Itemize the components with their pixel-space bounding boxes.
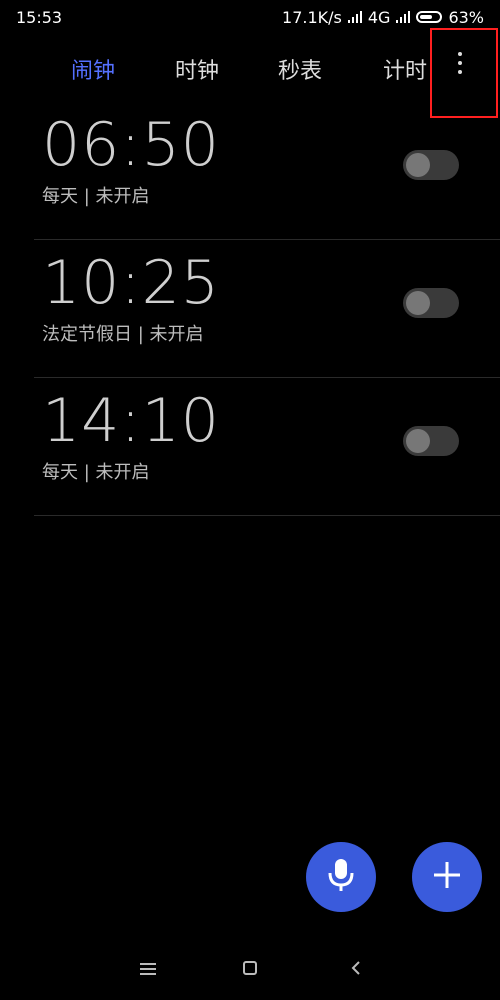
toggle-knob [406, 291, 430, 315]
tab-alarm[interactable]: 闹钟 [71, 53, 115, 85]
tab-clock[interactable]: 时钟 [175, 53, 219, 85]
battery-fill [420, 15, 432, 19]
alarm-toggle[interactable] [403, 426, 459, 456]
alarm-time: 14:10 [42, 386, 220, 456]
navigation-bar [0, 945, 500, 995]
tab-bar: 闹钟 时钟 秒表 计时 [0, 44, 500, 94]
microphone-icon [326, 857, 356, 897]
alarm-repeat: 每天 | 未开启 [42, 462, 150, 483]
alarm-item[interactable]: 10:25 法定节假日 | 未开启 [34, 240, 500, 378]
menu-icon[interactable] [140, 957, 156, 981]
net-speed: 17.1K/s [282, 7, 342, 27]
add-alarm-button[interactable] [412, 842, 482, 912]
tab-stopwatch[interactable]: 秒表 [278, 53, 322, 85]
alarm-repeat: 每天 | 未开启 [42, 186, 150, 207]
back-icon[interactable] [350, 957, 362, 981]
status-time: 15:53 [16, 7, 63, 27]
battery-icon [416, 11, 443, 23]
more-vertical-icon [458, 52, 462, 74]
alarm-toggle[interactable] [403, 150, 459, 180]
toggle-knob [406, 153, 430, 177]
battery-percent: 63% [448, 7, 484, 27]
alarm-time: 06:50 [42, 110, 220, 180]
status-right: 17.1K/s 4G 63% [282, 8, 484, 27]
voice-alarm-button[interactable] [306, 842, 376, 912]
toggle-knob [406, 429, 430, 453]
network-type: 4G [367, 7, 391, 27]
status-bar: 15:53 17.1K/s 4G 63% [0, 0, 500, 34]
signal-icon [347, 8, 362, 27]
alarm-item[interactable]: 14:10 每天 | 未开启 [34, 378, 500, 516]
alarm-toggle[interactable] [403, 288, 459, 318]
alarm-item[interactable]: 06:50 每天 | 未开启 [34, 102, 500, 240]
home-icon[interactable] [242, 957, 258, 981]
alarm-time: 10:25 [42, 248, 220, 318]
alarm-repeat: 法定节假日 | 未开启 [42, 324, 204, 345]
tab-timer[interactable]: 计时 [383, 53, 427, 85]
plus-icon [432, 860, 462, 894]
signal-icon-2 [396, 8, 411, 27]
